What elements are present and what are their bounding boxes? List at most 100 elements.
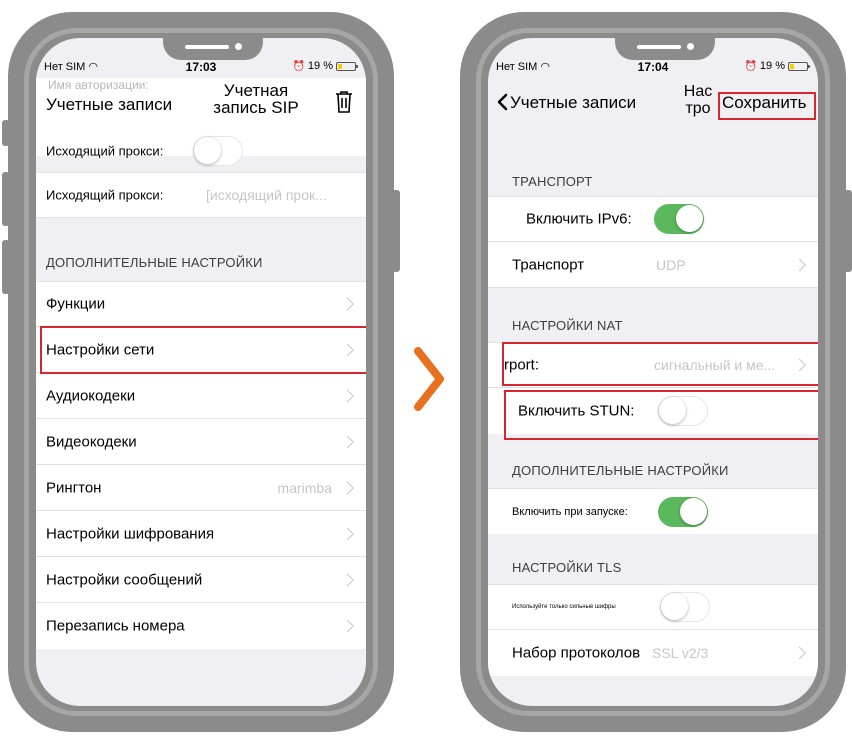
protocol-suite-row[interactable]: Набор протоколов SSL v2/3 (488, 630, 818, 676)
left-phone-volume-button (2, 120, 10, 146)
menu-item-audio-codecs[interactable]: Аудиокодеки (36, 373, 366, 419)
menu-item-label: Настройки сети (46, 341, 155, 358)
chevron-right-icon (341, 389, 354, 402)
section-header-tls: НАСТРОЙКИ TLS (512, 560, 622, 575)
stage: Нет SIM ◠ 17:03 ⏰ 19 % Имя авторизации: У… (0, 0, 852, 738)
nav-bar: Учетные записи Учетная запись SIP (36, 76, 366, 118)
strong-ciphers-toggle[interactable] (660, 592, 710, 622)
nav-bar: Учетные записи Нас тро Сохранить (488, 76, 818, 118)
chevron-right-icon (341, 619, 354, 633)
clock: 17:04 (637, 60, 669, 74)
carrier: Нет SIM ◠ (496, 61, 550, 73)
menu-item-label: Рингтон (46, 479, 102, 496)
chevron-right-icon (341, 527, 354, 540)
transport-value: UDP (656, 256, 686, 273)
rport-row[interactable]: rport: сигнальный и ме... (488, 342, 818, 388)
battery-percent: 19 % (759, 60, 785, 72)
menu-item-number-rewrite[interactable]: Перезапись номера (36, 603, 366, 649)
status-right: ⏰ 19 % (292, 60, 358, 72)
wifi-icon: ◠ (88, 61, 98, 73)
transport-row[interactable]: Транспорт UDP (488, 242, 818, 288)
outbound-proxy-toggle-row: Исходящий прокси: (36, 130, 366, 172)
back-button[interactable]: Учетные записи (510, 93, 636, 113)
chevron-right-icon (793, 258, 806, 271)
menu-item-label: Аудиокодеки (46, 387, 136, 404)
speaker-grille (185, 45, 229, 49)
menu-item-label: Перезапись номера (46, 617, 185, 635)
alarm-icon: ⏰ (744, 60, 757, 72)
battery-icon (788, 61, 810, 71)
row-label: Исходящий прокси: (46, 187, 164, 203)
chevron-right-icon (341, 297, 354, 311)
outbound-proxy-field-row: Исходящий прокси: [исходящий прок... (36, 172, 366, 218)
trash-icon[interactable] (334, 90, 354, 114)
chevron-right-icon (793, 646, 806, 660)
right-phone-frame: Нет SIM ◠ 17:04 ⏰ 19 % Учетные записи Нас… (460, 12, 852, 732)
chevron-right-icon (341, 435, 354, 448)
stun-row: Включить STUN: (488, 388, 818, 434)
protocol-suite-value: SSL v2/3 (652, 645, 709, 661)
right-phone-notch (615, 38, 715, 60)
back-button[interactable]: Учетные записи (46, 95, 172, 115)
left-phone-volume-button (2, 172, 10, 226)
front-camera (687, 43, 694, 50)
chevron-left-icon[interactable] (496, 93, 508, 111)
section-header-advanced: ДОПОЛНИТЕЛЬНЫЕ НАСТРОЙКИ (512, 463, 729, 478)
row-label: Транспорт (512, 256, 585, 273)
menu-item-encryption-settings[interactable]: Настройки шифрования (36, 511, 366, 557)
row-label: Используйте только сильные шифры (512, 604, 616, 610)
menu-item-ringtone[interactable]: Рингтон marimba (36, 465, 366, 511)
right-phone-screen: Нет SIM ◠ 17:04 ⏰ 19 % Учетные записи Нас… (488, 38, 818, 706)
nav-title: Нас тро (683, 83, 713, 117)
section-header-advanced: ДОПОЛНИТЕЛЬНЫЕ НАСТРОЙКИ (46, 255, 263, 270)
right-phone-power-button (844, 190, 852, 272)
ipv6-row: Включить IPv6: (488, 196, 818, 242)
stun-toggle[interactable] (658, 396, 708, 426)
menu-item-functions[interactable]: Функции (36, 281, 366, 327)
row-label: Набор протоколов (512, 644, 641, 662)
chevron-right-icon (341, 481, 354, 494)
launch-at-startup-toggle[interactable] (658, 496, 708, 527)
wifi-icon: ◠ (540, 61, 550, 73)
ipv6-toggle[interactable] (654, 204, 704, 234)
speaker-grille (637, 45, 681, 49)
chevron-right-arrow-icon (414, 347, 444, 411)
left-phone-frame: Нет SIM ◠ 17:03 ⏰ 19 % Имя авторизации: У… (2, 12, 400, 732)
battery-percent: 19 % (307, 60, 333, 72)
nav-title: Учетная запись SIP (213, 81, 299, 117)
menu-item-video-codecs[interactable]: Видеокодеки (36, 419, 366, 465)
row-label: Включить STUN: (518, 402, 635, 420)
strong-ciphers-row: Используйте только сильные шифры (488, 584, 818, 630)
outbound-proxy-input[interactable]: [исходящий прок... (206, 187, 327, 203)
left-phone-notch (163, 38, 263, 60)
save-button[interactable]: Сохранить (722, 93, 806, 113)
chevron-right-icon (341, 343, 354, 356)
left-phone-screen: Нет SIM ◠ 17:03 ⏰ 19 % Имя авторизации: У… (36, 38, 366, 706)
launch-at-startup-row: Включить при запуске: (488, 488, 818, 534)
menu-item-label: Настройки шифрования (46, 525, 215, 542)
row-label: Включить при запуске: (512, 505, 628, 518)
rport-value: сигнальный и ме... (654, 357, 776, 373)
carrier: Нет SIM ◠ (44, 61, 98, 73)
menu-item-label: Видеокодеки (46, 433, 137, 450)
left-phone-power-button (392, 190, 400, 272)
menu-item-label: Настройки сообщений (46, 571, 203, 588)
ringtone-value: marimba (277, 479, 332, 496)
menu-item-message-settings[interactable]: Настройки сообщений (36, 557, 366, 603)
clock: 17:03 (185, 60, 217, 74)
row-label: Включить IPv6: (526, 210, 632, 228)
row-label: rport: (504, 356, 540, 374)
section-header-transport: ТРАНСПОРТ (512, 174, 593, 189)
menu-item-network-settings[interactable]: Настройки сети (36, 327, 366, 373)
section-header-nat: НАСТРОЙКИ NAT (512, 318, 623, 333)
menu-item-label: Функции (46, 295, 106, 313)
battery-icon (336, 61, 358, 71)
chevron-right-icon (793, 358, 806, 372)
front-camera (235, 43, 242, 50)
alarm-icon: ⏰ (292, 60, 305, 72)
left-phone-volume-button (2, 240, 10, 294)
row-label: Исходящий прокси: (46, 143, 164, 159)
chevron-right-icon (341, 573, 354, 586)
outbound-proxy-toggle[interactable] (193, 136, 243, 166)
status-right: ⏰ 19 % (744, 60, 810, 72)
